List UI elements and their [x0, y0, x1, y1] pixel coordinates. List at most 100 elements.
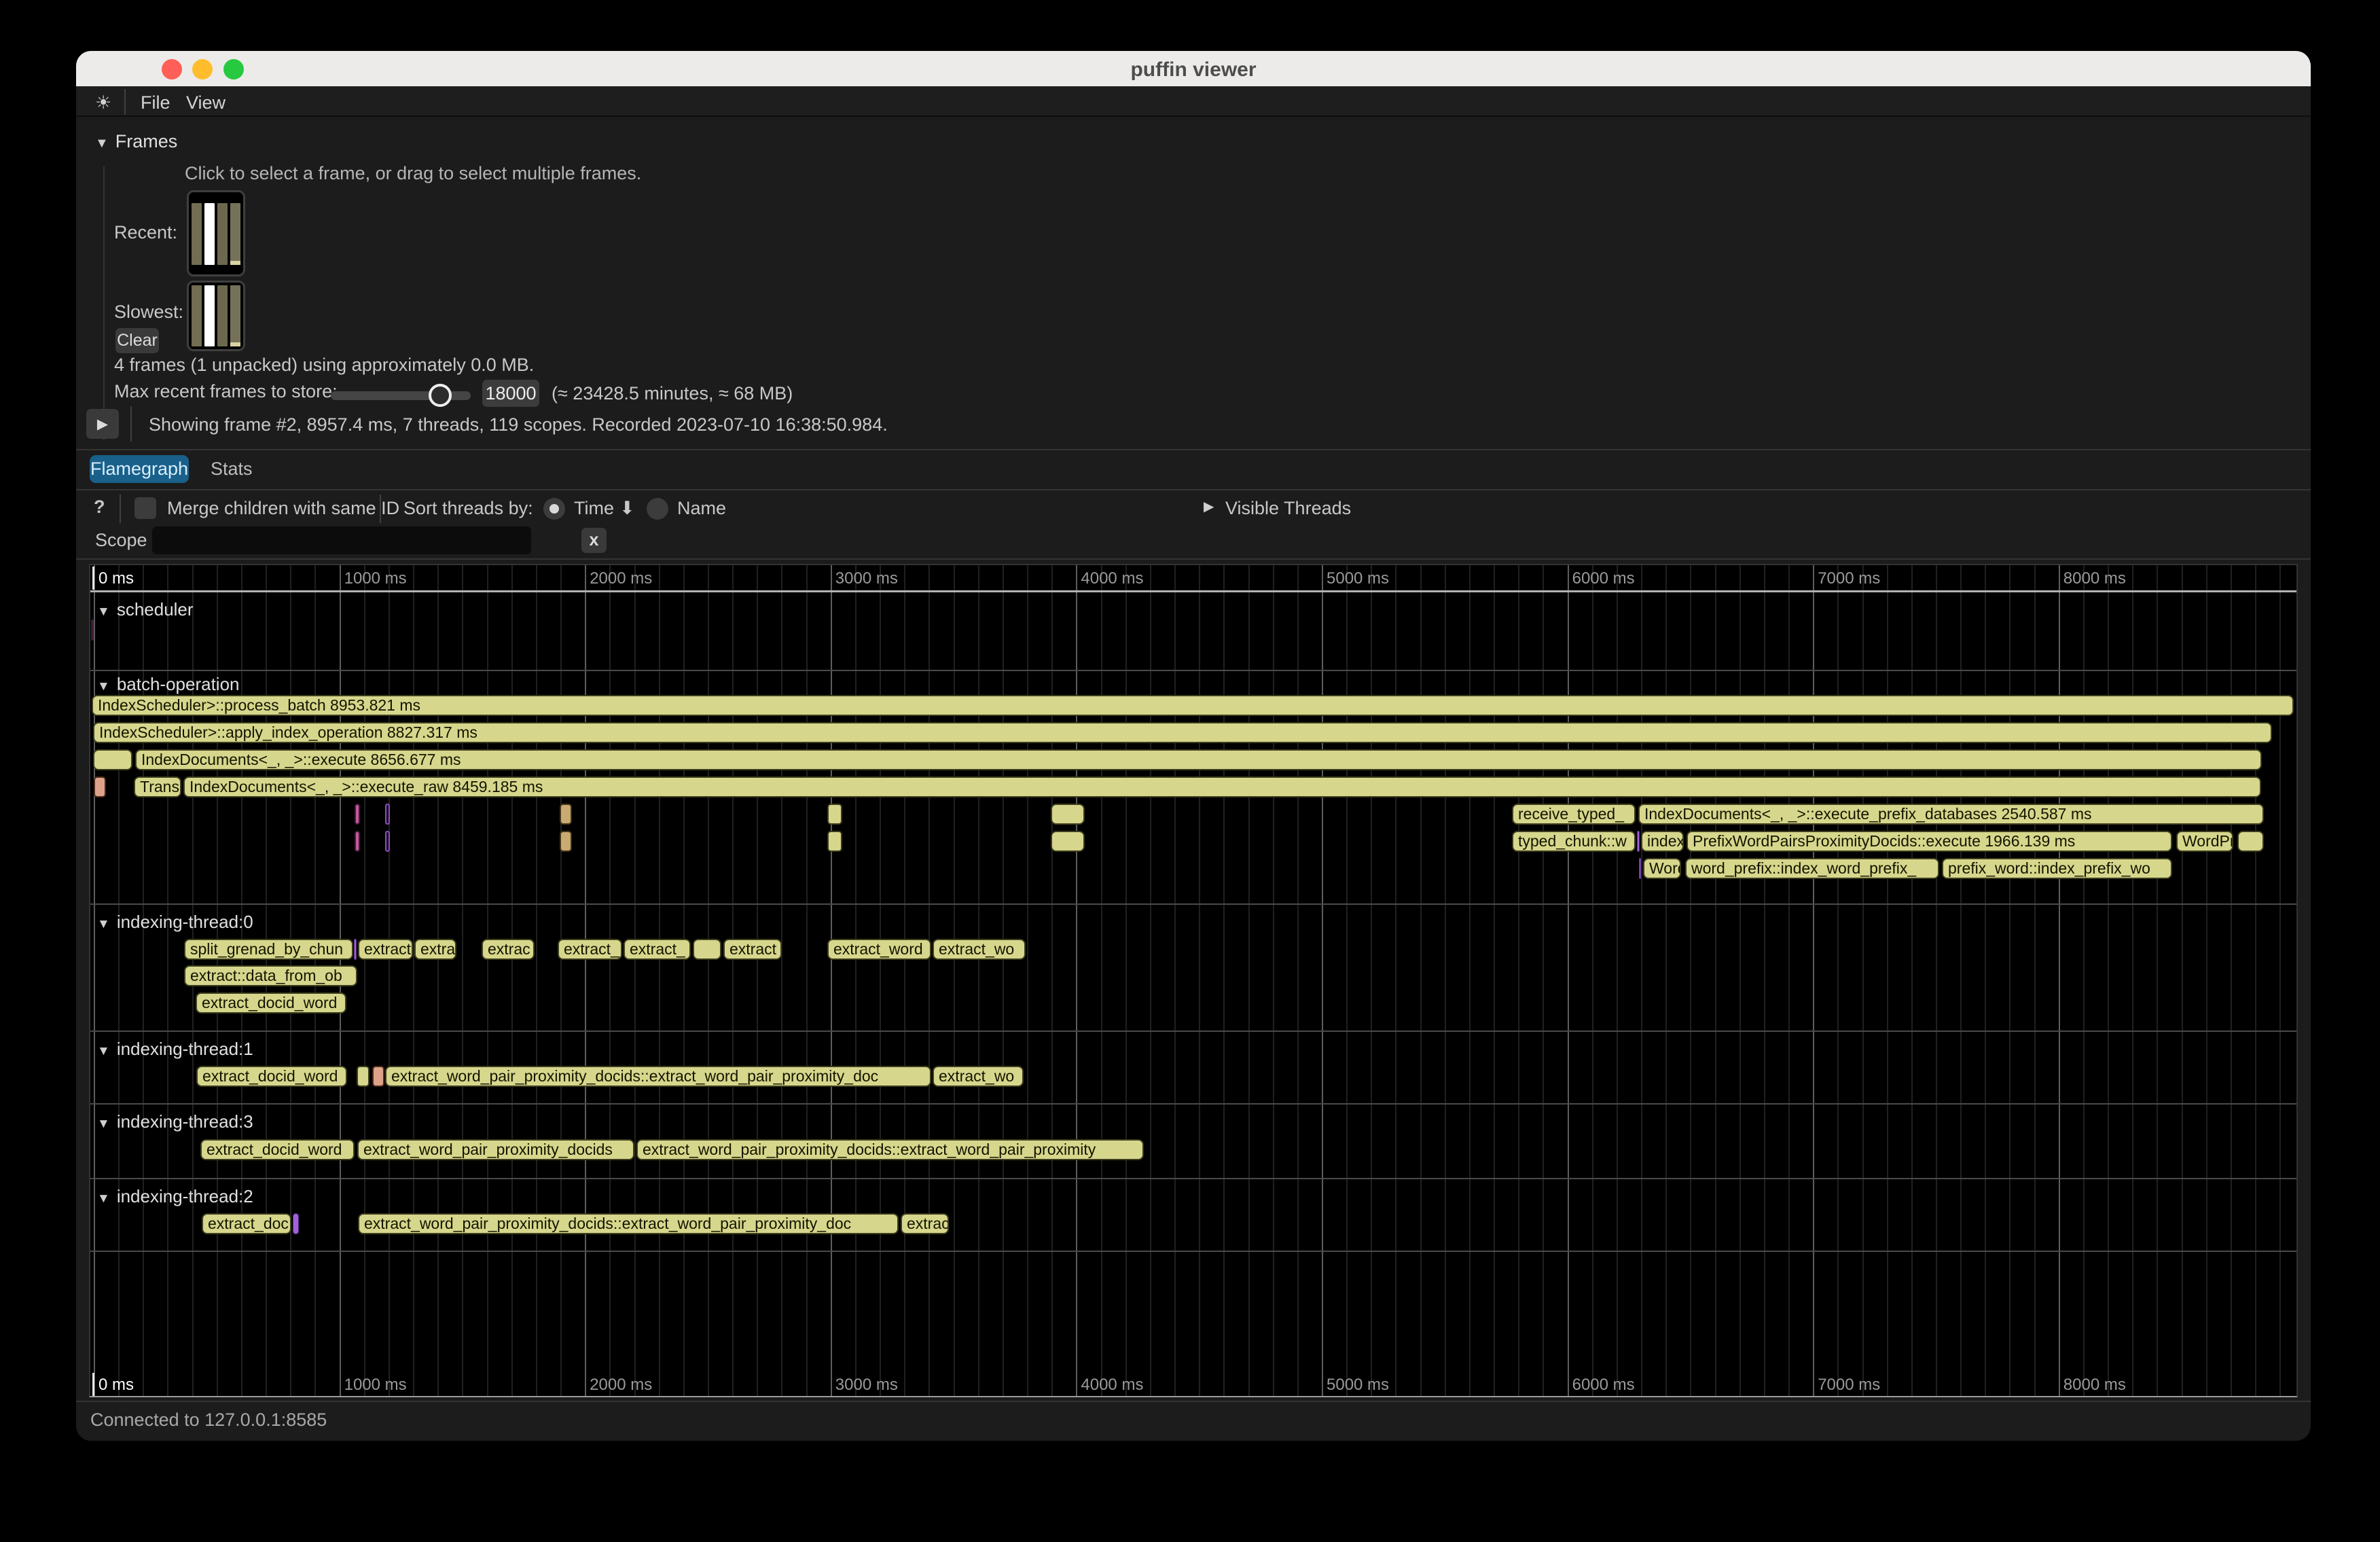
flame-bar[interactable]: receive_typed_ — [1512, 804, 1636, 825]
flame-bar[interactable]: extract_word_pair_proximity_docids::extr… — [385, 1066, 931, 1087]
flame-bar[interactable] — [693, 939, 721, 960]
flame-bar[interactable]: extract — [358, 939, 413, 960]
flame-bar[interactable] — [93, 749, 132, 770]
flame-bar[interactable] — [293, 1213, 299, 1234]
flame-bar[interactable] — [357, 1066, 369, 1087]
frame-bar-selected[interactable] — [204, 203, 215, 265]
flame-bar[interactable] — [827, 831, 842, 852]
flame-bar[interactable]: IndexScheduler>::process_batch 8953.821 … — [92, 695, 2294, 716]
flame-bar[interactable]: split_grenad_by_chun — [184, 939, 353, 960]
menu-file[interactable]: File — [141, 92, 170, 113]
frames-section-header[interactable]: ▼Frames — [95, 131, 177, 152]
frame-bar[interactable] — [192, 203, 202, 265]
flame-bar[interactable] — [94, 776, 106, 797]
frame-bar[interactable] — [217, 203, 228, 265]
flame-bar[interactable]: prefix_word::index_prefix_wo — [1942, 858, 2172, 879]
flame-bar[interactable] — [560, 804, 572, 825]
play-button[interactable]: ▶ — [86, 409, 119, 439]
section-header-indexing-thread:1[interactable]: ▼indexing-thread:1 — [97, 1039, 253, 1060]
flame-bar[interactable]: extract_word_pair_proximity_docids::extr… — [636, 1139, 1144, 1160]
flame-bar[interactable]: Word — [1643, 858, 1681, 879]
visible-threads-triangle-icon[interactable]: ▶ — [1204, 498, 1214, 515]
section-header-indexing-thread:0[interactable]: ▼indexing-thread:0 — [97, 912, 253, 933]
flame-bar[interactable] — [1051, 831, 1085, 852]
section-header-indexing-thread:2[interactable]: ▼indexing-thread:2 — [97, 1186, 253, 1207]
flame-bar[interactable]: extract_word_pair_proximity_docids::extr… — [358, 1213, 899, 1234]
menu-view[interactable]: View — [186, 92, 226, 113]
flame-bar[interactable]: extract_doc — [202, 1213, 291, 1234]
flame-bar[interactable]: index — [1641, 831, 1684, 852]
max-frames-value[interactable]: 18000 — [482, 380, 539, 407]
flame-bar[interactable] — [91, 620, 94, 641]
flame-bar[interactable]: extra — [414, 939, 456, 960]
flame-bar[interactable]: extract_wo — [933, 939, 1026, 960]
sort-time-radio[interactable] — [543, 498, 565, 520]
flame-bar[interactable]: extract_ — [558, 939, 622, 960]
frame-bar[interactable] — [230, 203, 240, 265]
frame-bar[interactable] — [230, 285, 240, 346]
flame-bar[interactable] — [385, 831, 390, 852]
frame-bar[interactable] — [217, 285, 228, 346]
scope-filter-input[interactable] — [152, 526, 531, 554]
flame-bar[interactable]: extract_word_pair_proximity_docids — [357, 1139, 634, 1160]
tab-stats[interactable]: Stats — [211, 459, 253, 480]
grid-line — [1862, 565, 1864, 1396]
grid-line — [904, 565, 905, 1396]
clear-filter-button[interactable]: x — [581, 528, 607, 553]
frame-thumbnail-slowest[interactable] — [187, 281, 245, 351]
flame-bar[interactable] — [354, 939, 357, 960]
flame-bar[interactable] — [827, 804, 842, 825]
visible-threads-header[interactable]: Visible Threads — [1225, 498, 1351, 519]
flame-bar[interactable] — [2237, 831, 2264, 852]
section-header-scheduler[interactable]: ▼scheduler — [97, 599, 194, 620]
flame-bar[interactable]: IndexDocuments<_, _>::execute_raw 8459.1… — [183, 776, 2261, 797]
flame-bar[interactable]: PrefixWordPairsProximityDocids::execute … — [1687, 831, 2172, 852]
grid-line — [2108, 565, 2109, 1396]
flame-bar[interactable] — [355, 804, 360, 825]
flame-bar[interactable]: word_prefix::index_word_prefix_ — [1685, 858, 1939, 879]
flame-bar[interactable] — [560, 831, 572, 852]
frame-thumbnail-recent[interactable] — [187, 190, 245, 276]
flame-bar[interactable] — [1639, 858, 1641, 879]
frame-bar[interactable] — [192, 285, 202, 346]
section-header-batch-operation[interactable]: ▼batch-operation — [97, 674, 240, 695]
flame-bar[interactable]: WordPr — [2176, 831, 2233, 852]
axis-tick-label: 2000 ms — [590, 569, 652, 588]
flame-bar[interactable]: extract_docid_word — [196, 1066, 347, 1087]
flame-bar[interactable]: Trans — [134, 776, 181, 797]
flame-bar[interactable]: typed_chunk::w — [1512, 831, 1636, 852]
flame-bar[interactable]: extract_docid_word — [196, 992, 346, 1014]
flame-bar[interactable] — [1051, 804, 1085, 825]
flame-bar[interactable]: extract::data_from_ob — [184, 965, 357, 986]
tab-flamegraph[interactable]: Flamegraph — [90, 455, 189, 483]
flame-bar[interactable]: IndexDocuments<_, _>::execute_prefix_dat… — [1638, 804, 2264, 825]
flame-bar[interactable]: extract_ — [624, 939, 691, 960]
frame-bar-selected[interactable] — [204, 285, 215, 346]
merge-children-label[interactable]: Merge children with same ID — [167, 498, 399, 519]
flame-bar[interactable]: extract_word — [827, 939, 931, 960]
flame-bar[interactable]: extract_docid_word — [200, 1139, 355, 1160]
flame-bar[interactable] — [372, 1066, 384, 1087]
help-button[interactable]: ? — [94, 497, 105, 518]
flame-bar[interactable] — [355, 831, 360, 852]
flame-bar[interactable] — [1637, 831, 1640, 852]
sort-direction-icon[interactable]: ⬇ — [619, 498, 635, 519]
sort-name-radio[interactable] — [647, 498, 668, 520]
flame-bar[interactable]: extrac — [901, 1213, 949, 1234]
grid-line — [732, 565, 734, 1396]
sort-time-label[interactable]: Time — [574, 498, 614, 519]
flamegraph-canvas[interactable]: 0 ms0 ms1000 ms1000 ms2000 ms2000 ms3000… — [89, 564, 2298, 1397]
sort-name-label[interactable]: Name — [677, 498, 726, 519]
slider-knob[interactable] — [429, 384, 452, 407]
flame-bar[interactable]: extract — [723, 939, 782, 960]
flame-bar[interactable]: IndexScheduler>::apply_index_operation 8… — [93, 722, 2272, 743]
theme-toggle-icon[interactable]: ☀ — [95, 92, 111, 113]
flame-bar[interactable]: extrac — [482, 939, 535, 960]
window-title: puffin viewer — [76, 58, 2311, 82]
merge-children-checkbox[interactable] — [134, 497, 156, 519]
flame-bar[interactable]: IndexDocuments<_, _>::execute 8656.677 m… — [135, 749, 2262, 770]
flame-bar[interactable]: extract_wo — [933, 1066, 1024, 1087]
section-header-indexing-thread:3[interactable]: ▼indexing-thread:3 — [97, 1111, 253, 1132]
clear-button[interactable]: Clear — [115, 328, 159, 353]
flame-bar[interactable] — [385, 804, 390, 825]
